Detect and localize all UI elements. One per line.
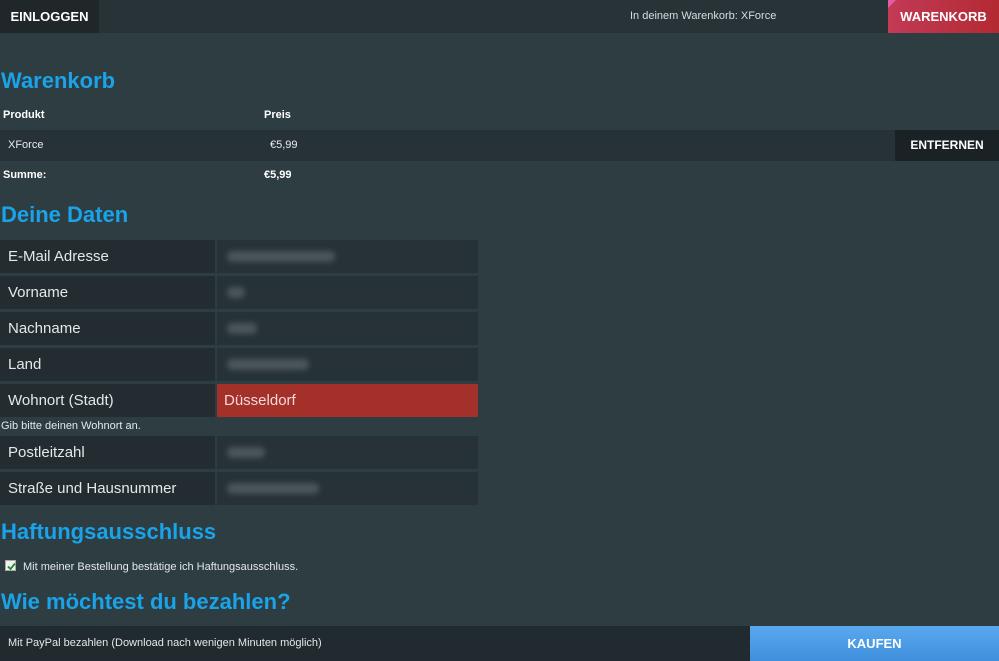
details-heading: Deine Daten (1, 202, 129, 227)
disclaimer-checkbox-label[interactable]: Mit meiner Bestellung bestätige ich Haft… (23, 561, 298, 573)
email-field[interactable] (217, 240, 478, 273)
cart-button[interactable]: WARENKORB (888, 0, 999, 33)
zip-field[interactable] (217, 436, 478, 469)
city-row: Wohnort (Stadt) Düsseldorf (0, 384, 478, 417)
paypal-option-label[interactable]: Mit PayPal bezahlen (Download nach wenig… (8, 626, 322, 661)
redacted-value (227, 483, 319, 494)
cart-button-label: WARENKORB (900, 9, 987, 24)
country-label: Land (0, 348, 215, 381)
email-label: E-Mail Adresse (0, 240, 215, 273)
payment-heading: Wie möchtest du bezahlen? (1, 589, 291, 614)
redacted-value (227, 359, 309, 370)
lastname-field[interactable] (217, 312, 478, 345)
disclaimer-heading: Haftungsausschluss (1, 519, 217, 544)
buy-button[interactable]: KAUFEN (750, 626, 999, 661)
email-row: E-Mail Adresse (0, 240, 478, 273)
redacted-value (227, 447, 265, 458)
sum-value: €5,99 (264, 169, 292, 181)
lastname-label: Nachname (0, 312, 215, 345)
cart-heading: Warenkorb (1, 68, 116, 93)
zip-row: Postleitzahl (0, 436, 478, 469)
lastname-row: Nachname (0, 312, 478, 345)
login-button[interactable]: EINLOGGEN (0, 0, 99, 33)
cart-item-row: XForce €5,99 ENTFERNEN (0, 130, 999, 161)
sum-label: Summe: (3, 169, 47, 181)
street-label: Straße und Hausnummer (0, 472, 215, 505)
city-error-message: Gib bitte deinen Wohnort an. (1, 420, 141, 432)
redacted-value (227, 287, 245, 298)
remove-item-button[interactable]: ENTFERNEN (895, 130, 999, 161)
redacted-value (227, 251, 335, 262)
firstname-label: Vorname (0, 276, 215, 309)
city-label: Wohnort (Stadt) (0, 384, 215, 417)
cart-item-price: €5,99 (270, 139, 298, 151)
country-field[interactable] (217, 348, 478, 381)
cart-item-name: XForce (8, 139, 44, 151)
checkmark-icon (7, 562, 16, 571)
corner-notch-icon (888, 0, 896, 8)
column-header-product: Produkt (3, 109, 45, 121)
cart-summary-text: In deinem Warenkorb: XForce (630, 10, 777, 22)
zip-label: Postleitzahl (0, 436, 215, 469)
firstname-field[interactable] (217, 276, 478, 309)
city-field[interactable]: Düsseldorf (217, 384, 478, 417)
column-header-price: Preis (264, 109, 291, 121)
top-bar: EINLOGGEN In deinem Warenkorb: XForce WA… (0, 0, 999, 33)
firstname-row: Vorname (0, 276, 478, 309)
payment-row: Mit PayPal bezahlen (Download nach wenig… (0, 626, 999, 661)
country-row: Land (0, 348, 478, 381)
disclaimer-checkbox[interactable] (5, 560, 16, 571)
redacted-value (227, 323, 257, 334)
street-row: Straße und Hausnummer (0, 472, 478, 505)
street-field[interactable] (217, 472, 478, 505)
